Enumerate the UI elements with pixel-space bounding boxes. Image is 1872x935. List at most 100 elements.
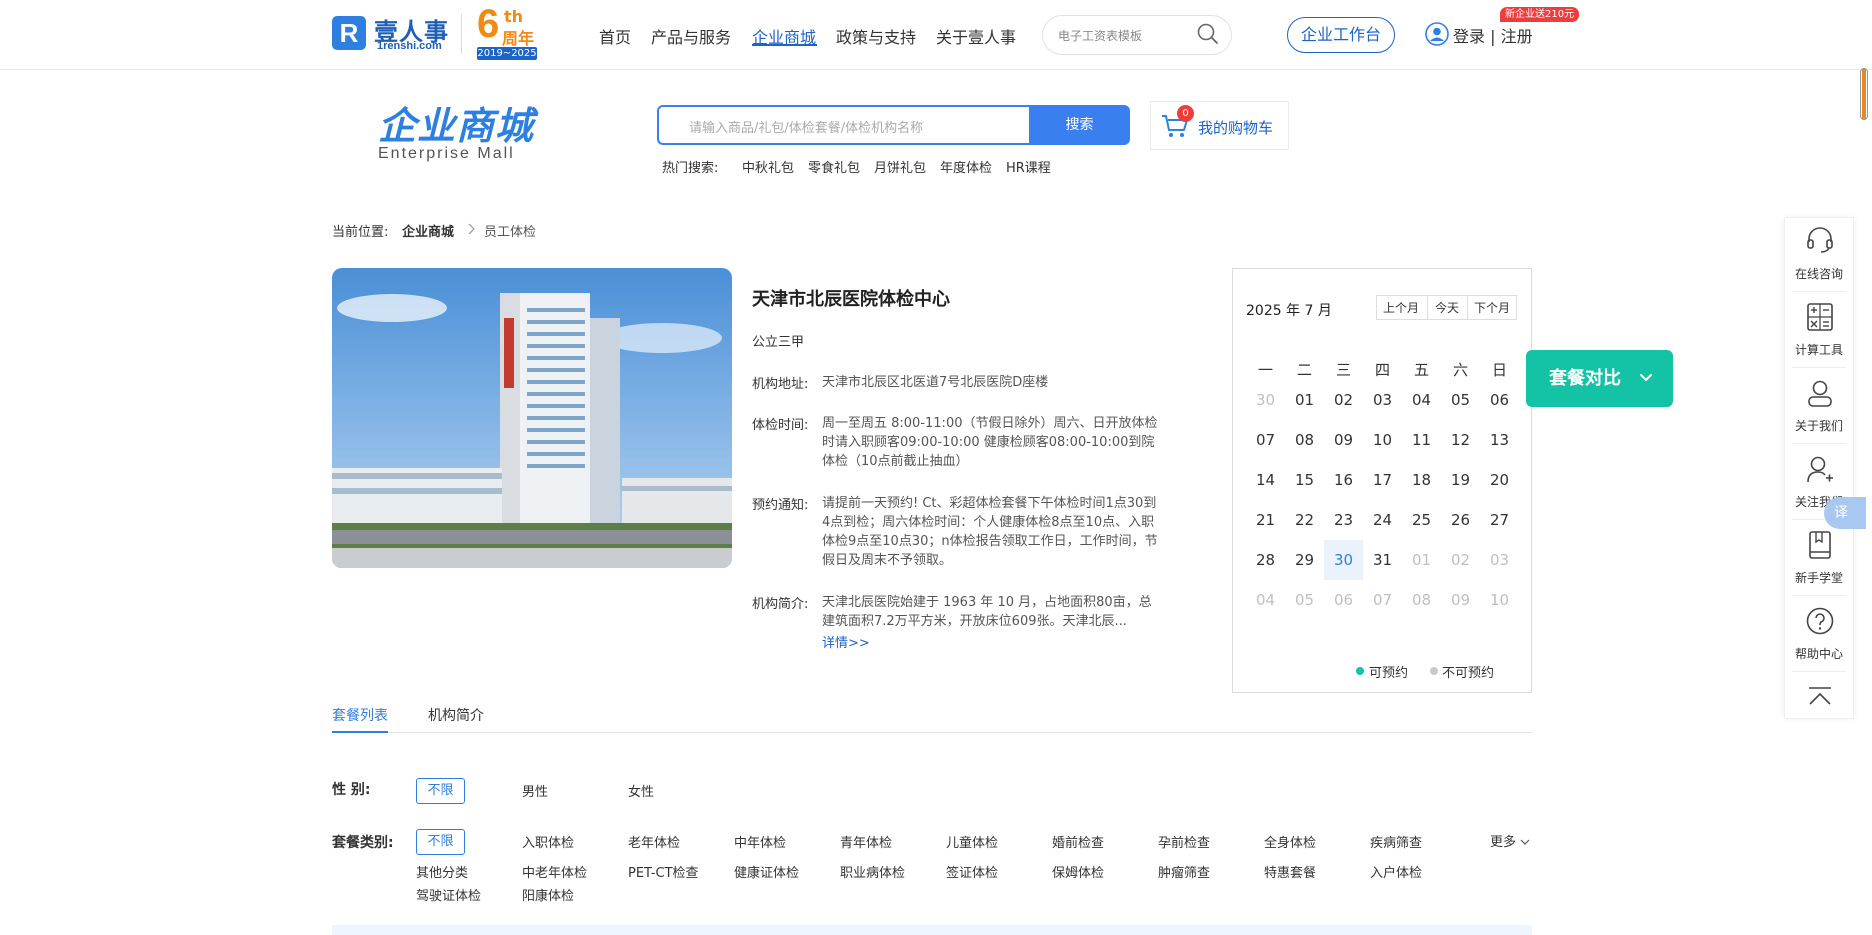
calendar-day[interactable]: 10 — [1363, 420, 1402, 460]
calendar-day[interactable]: 17 — [1363, 460, 1402, 500]
category-option[interactable]: 特惠套餐 — [1264, 862, 1316, 881]
calendar-day[interactable]: 25 — [1402, 500, 1441, 540]
mall-search-button[interactable]: 搜索 — [1029, 105, 1130, 145]
calendar-day[interactable]: 23 — [1324, 500, 1363, 540]
gender-any-chip[interactable]: 不限 — [416, 778, 465, 804]
logo-divider — [461, 14, 462, 54]
nav-policy[interactable]: 政策与支持 — [836, 24, 916, 48]
calendar-day[interactable]: 02 — [1324, 380, 1363, 420]
category-option[interactable]: 职业病体检 — [840, 862, 905, 881]
today-button[interactable]: 今天 — [1435, 299, 1459, 316]
calendar-day[interactable]: 12 — [1441, 420, 1480, 460]
calendar-day[interactable]: 06 — [1480, 380, 1519, 420]
category-option[interactable]: 入户体检 — [1370, 862, 1422, 881]
calendar-day[interactable]: 13 — [1480, 420, 1519, 460]
float-about-us[interactable]: 关于我们 — [1784, 417, 1854, 434]
headset-icon[interactable] — [1805, 226, 1835, 254]
hot-search-item[interactable]: 年度体检 — [940, 157, 992, 176]
user-icon[interactable] — [1425, 22, 1449, 46]
category-option[interactable]: 签证体检 — [946, 862, 998, 881]
scrollbar-thumb[interactable] — [1860, 68, 1868, 120]
category-option[interactable]: 其他分类 — [416, 862, 468, 881]
category-option[interactable]: 孕前检查 — [1158, 832, 1210, 851]
book-icon[interactable] — [1807, 531, 1833, 559]
category-option[interactable]: 婚前检查 — [1052, 832, 1104, 851]
tab-institution-intro[interactable]: 机构简介 — [428, 705, 484, 725]
calendar-day[interactable]: 22 — [1285, 500, 1324, 540]
hot-search-item[interactable]: 月饼礼包 — [874, 157, 926, 176]
category-any-chip[interactable]: 不限 — [416, 829, 465, 855]
calendar-day-today[interactable]: 30 — [1324, 540, 1363, 580]
calendar-day[interactable]: 01 — [1285, 380, 1324, 420]
hot-search-item[interactable]: 中秋礼包 — [742, 157, 794, 176]
calendar-day[interactable]: 31 — [1363, 540, 1402, 580]
gender-option[interactable]: 男性 — [522, 781, 548, 800]
detail-link[interactable]: 详情>> — [822, 632, 870, 651]
back-to-top-icon[interactable] — [1806, 685, 1834, 707]
nav-home[interactable]: 首页 — [599, 24, 631, 48]
calendar-day[interactable]: 29 — [1285, 540, 1324, 580]
help-icon[interactable] — [1806, 607, 1834, 635]
calendar-day[interactable]: 28 — [1246, 540, 1285, 580]
category-option[interactable]: 驾驶证体检 — [416, 885, 481, 904]
float-calc-tools[interactable]: 计算工具 — [1784, 341, 1854, 358]
person-icon[interactable] — [1806, 379, 1834, 407]
hot-search-item[interactable]: HR课程 — [1006, 157, 1051, 176]
category-option[interactable]: PET-CT检查 — [628, 862, 699, 881]
nav-about[interactable]: 关于壹人事 — [936, 24, 1016, 48]
next-month-button[interactable]: 下个月 — [1474, 299, 1510, 316]
gender-option[interactable]: 女性 — [628, 781, 654, 800]
category-option[interactable]: 入职体检 — [522, 832, 574, 851]
calendar-day[interactable]: 03 — [1363, 380, 1402, 420]
login-register-link[interactable]: 登录 | 注册 — [1453, 23, 1533, 47]
category-option[interactable]: 老年体检 — [628, 832, 680, 851]
tab-package-list[interactable]: 套餐列表 — [332, 705, 388, 725]
calendar-day[interactable]: 24 — [1363, 500, 1402, 540]
search-icon[interactable] — [1196, 22, 1220, 46]
calendar-day[interactable]: 26 — [1441, 500, 1480, 540]
workbench-button[interactable]: 企业工作台 — [1287, 17, 1395, 53]
calendar-day[interactable]: 11 — [1402, 420, 1441, 460]
hot-search-item[interactable]: 零食礼包 — [808, 157, 860, 176]
category-option[interactable]: 青年体检 — [840, 832, 892, 851]
float-online-consult[interactable]: 在线咨询 — [1784, 265, 1854, 282]
breadcrumb-mall[interactable]: 企业商城 — [402, 221, 454, 240]
category-option[interactable]: 儿童体检 — [946, 832, 998, 851]
category-option[interactable]: 全身体检 — [1264, 832, 1316, 851]
calendar-day[interactable]: 16 — [1324, 460, 1363, 500]
calendar-day[interactable]: 18 — [1402, 460, 1441, 500]
calendar-day[interactable]: 05 — [1441, 380, 1480, 420]
prev-month-button[interactable]: 上个月 — [1383, 299, 1419, 316]
calendar-day[interactable]: 20 — [1480, 460, 1519, 500]
category-option[interactable]: 中年体检 — [734, 832, 786, 851]
calendar-day[interactable]: 21 — [1246, 500, 1285, 540]
float-help-center[interactable]: 帮助中心 — [1784, 645, 1854, 662]
category-option[interactable]: 阳康体检 — [522, 885, 574, 904]
category-option[interactable]: 保姆体检 — [1052, 862, 1104, 881]
category-option[interactable]: 健康证体检 — [734, 862, 799, 881]
breadcrumb-label: 当前位置: — [332, 225, 389, 240]
calendar-day[interactable]: 09 — [1324, 420, 1363, 460]
logo-icon[interactable]: R — [332, 16, 366, 50]
package-compare-button[interactable]: 套餐对比 — [1526, 350, 1673, 407]
promo-badge: 新企业送210元 — [1500, 7, 1580, 22]
calendar-day[interactable]: 27 — [1480, 500, 1519, 540]
calendar-day[interactable]: 14 — [1246, 460, 1285, 500]
calendar-day[interactable]: 04 — [1402, 380, 1441, 420]
calendar-day[interactable]: 07 — [1246, 420, 1285, 460]
calendar-day[interactable]: 19 — [1441, 460, 1480, 500]
category-option[interactable]: 肿瘤筛查 — [1158, 862, 1210, 881]
mall-subtitle: Enterprise Mall — [378, 145, 515, 162]
nav-products[interactable]: 产品与服务 — [651, 24, 731, 48]
more-categories-button[interactable]: 更多 — [1490, 831, 1530, 850]
calculator-icon[interactable] — [1807, 303, 1833, 331]
intro-value: 天津北辰医院始建于 1963 年 10 月，占地面积80亩，总建筑面积7.2万平… — [822, 595, 1152, 629]
category-option[interactable]: 中老年体检 — [522, 862, 587, 881]
float-beginner-academy[interactable]: 新手学堂 — [1784, 569, 1854, 586]
calendar-day[interactable]: 08 — [1285, 420, 1324, 460]
add-user-icon[interactable] — [1806, 455, 1834, 483]
category-option[interactable]: 疾病筛查 — [1370, 832, 1422, 851]
calendar-day[interactable]: 15 — [1285, 460, 1324, 500]
anniversary-label: 周年 — [502, 29, 535, 48]
translate-button[interactable]: 译 — [1824, 497, 1866, 529]
